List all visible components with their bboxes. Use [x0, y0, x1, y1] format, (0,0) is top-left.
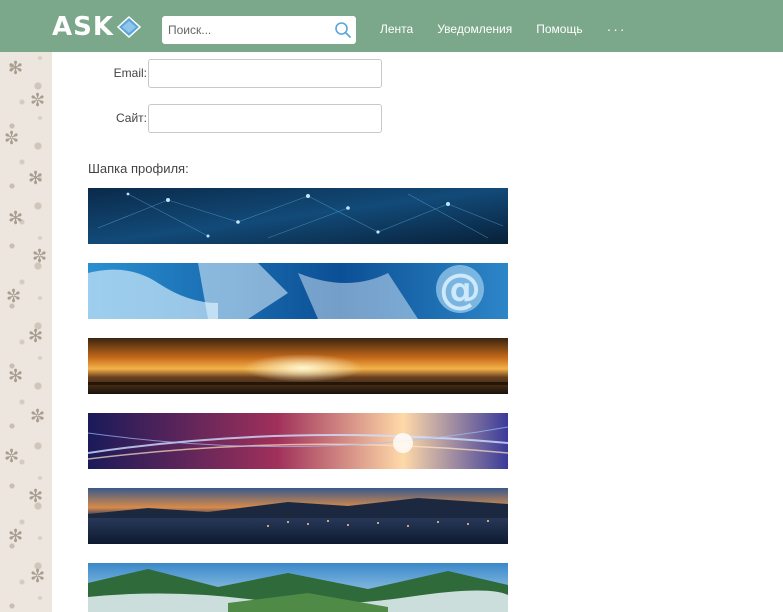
header-option-network[interactable] — [88, 188, 508, 244]
site-field[interactable] — [148, 103, 382, 133]
nav-help[interactable]: Помощь — [536, 21, 582, 37]
header-option-city[interactable] — [88, 488, 508, 544]
network-banner-image — [88, 188, 508, 244]
snowflake-icon: ✻ — [8, 526, 24, 547]
header-option-light-rays[interactable] — [88, 413, 508, 469]
search-box — [162, 16, 356, 44]
site-logo[interactable]: ASK — [52, 12, 152, 42]
more-menu-icon[interactable]: ··· — [607, 21, 627, 37]
site-row: Сайт: — [52, 103, 382, 133]
decorative-side-pattern: ✻ ✼ ✼ ✻ ✻ ✼ ✼ ✻ ✻ ✼ ✼ ✻ ✻ ✼ — [0, 52, 52, 612]
search-input[interactable] — [162, 16, 356, 44]
mountains-banner-image — [88, 563, 508, 612]
email-field[interactable] — [148, 58, 382, 88]
main-nav: Лента Уведомления Помощь ··· — [380, 21, 627, 37]
header-option-globe[interactable]: @ — [88, 263, 508, 319]
light-rays-banner-image — [88, 413, 508, 469]
email-row: Email: — [52, 58, 382, 88]
logo-diamond-icon — [116, 15, 142, 39]
globe-banner-image: @ — [88, 263, 508, 319]
nav-notifications[interactable]: Уведомления — [437, 21, 512, 37]
snowflake-icon: ✼ — [4, 128, 20, 149]
snowflake-icon: ✻ — [8, 208, 24, 229]
snowflake-icon: ✻ — [8, 366, 24, 387]
snowflake-icon: ✼ — [30, 566, 46, 587]
profile-header-title: Шапка профиля: — [88, 161, 189, 176]
header-option-mountains[interactable] — [88, 563, 508, 612]
snowflake-icon: ✼ — [32, 246, 48, 267]
snowflake-icon: ✼ — [30, 90, 46, 111]
search-icon[interactable] — [334, 21, 352, 39]
email-label: Email: — [113, 66, 147, 80]
svg-text:@: @ — [439, 264, 481, 313]
snowflake-icon: ✻ — [28, 168, 44, 189]
header-option-sunset[interactable] — [88, 338, 508, 394]
nav-feed[interactable]: Лента — [380, 21, 413, 37]
snowflake-icon: ✼ — [6, 286, 22, 307]
snowflake-icon: ✻ — [28, 326, 44, 347]
top-navbar: ASK Лента Уведомления Помощь ··· — [0, 0, 783, 52]
site-label: Сайт: — [115, 111, 147, 125]
snowflake-icon: ✼ — [30, 406, 46, 427]
logo-text: ASK — [52, 12, 114, 42]
city-banner-image — [88, 488, 508, 544]
snowflake-icon: ✻ — [28, 486, 44, 507]
sunset-banner-image — [88, 338, 508, 394]
snowflake-icon: ✻ — [8, 58, 24, 79]
snowflake-icon: ✼ — [4, 446, 20, 467]
